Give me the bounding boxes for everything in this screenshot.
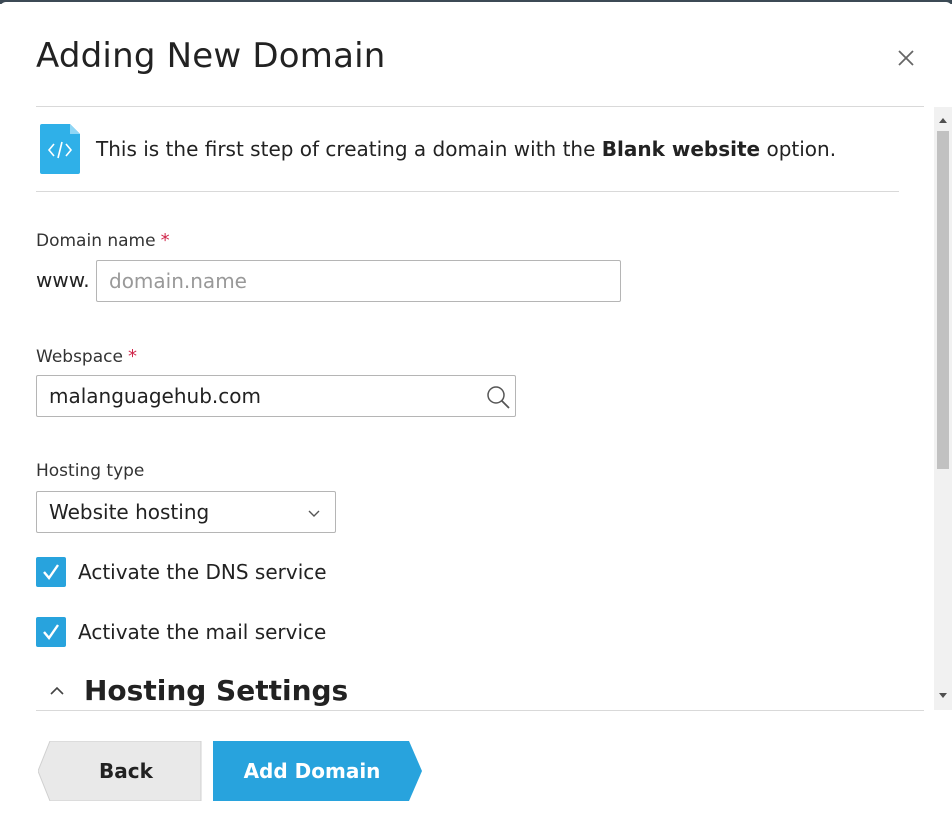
domain-name-input[interactable]: domain.name (96, 260, 621, 302)
scroll-down-arrow-icon[interactable] (934, 689, 952, 703)
info-text-start: This is the first step of creating a dom… (96, 137, 602, 161)
add-domain-button[interactable]: Add Domain (213, 741, 423, 801)
hosting-type-value: Website hosting (49, 500, 210, 524)
code-file-icon (40, 124, 80, 174)
close-icon[interactable] (894, 46, 918, 70)
search-icon[interactable] (485, 384, 511, 410)
dns-service-checkbox[interactable] (36, 557, 66, 587)
add-domain-button-label: Add Domain (243, 759, 381, 783)
info-divider (36, 191, 899, 192)
back-button-label: Back (99, 759, 153, 783)
title-divider (36, 106, 924, 107)
info-text: This is the first step of creating a dom… (96, 137, 836, 161)
domain-name-label: Domain name * (36, 230, 170, 251)
chevron-up-icon[interactable] (48, 684, 66, 698)
scrollbar-thumb[interactable] (937, 131, 949, 469)
required-mark: * (160, 230, 170, 251)
checkmark-icon (43, 624, 59, 640)
back-button[interactable]: Back (38, 741, 202, 801)
chevron-down-icon (308, 510, 320, 517)
info-text-end: option. (760, 137, 837, 161)
domain-name-placeholder: domain.name (109, 269, 247, 293)
mail-service-checkbox[interactable] (36, 617, 66, 647)
scrollbar[interactable] (934, 107, 952, 710)
hosting-type-select[interactable]: Website hosting (36, 491, 336, 533)
hosting-type-label: Hosting type (36, 461, 145, 481)
required-mark: * (127, 346, 137, 367)
webspace-label: Webspace * (36, 346, 137, 367)
www-prefix: www. (36, 268, 90, 292)
mail-service-label[interactable]: Activate the mail service (78, 620, 326, 644)
dns-service-label[interactable]: Activate the DNS service (78, 560, 327, 584)
footer-divider (36, 710, 924, 711)
dialog-title: Adding New Domain (36, 36, 386, 76)
domain-name-label-text: Domain name (36, 231, 156, 251)
webspace-value: malanguagehub.com (49, 384, 261, 408)
checkmark-icon (43, 564, 59, 580)
info-message: This is the first step of creating a dom… (36, 122, 899, 178)
info-text-bold: Blank website (601, 137, 761, 161)
webspace-input[interactable]: malanguagehub.com (36, 375, 516, 417)
webspace-label-text: Webspace (36, 347, 123, 367)
scroll-up-arrow-icon[interactable] (934, 113, 952, 127)
window-top-edge (0, 0, 952, 8)
hosting-settings-heading[interactable]: Hosting Settings (84, 674, 348, 707)
